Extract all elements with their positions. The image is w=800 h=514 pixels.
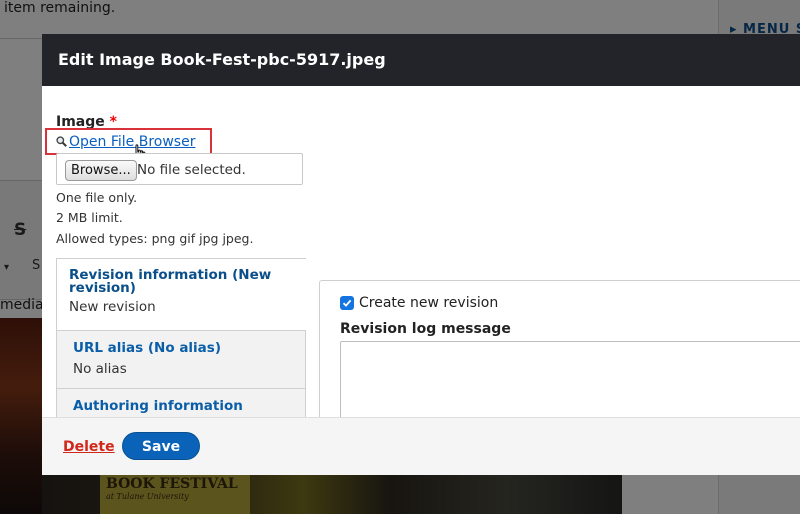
vtab-url-alias[interactable]: URL alias (No alias) No alias bbox=[57, 332, 305, 389]
file-upload-widget: Browse... No file selected. bbox=[56, 153, 303, 185]
revision-log-textarea[interactable] bbox=[340, 341, 800, 417]
vertical-tabs: Revision information (New revision) New … bbox=[56, 258, 306, 417]
edit-image-dialog: Edit Image Book-Fest-pbc-5917.jpeg Image… bbox=[42, 34, 800, 475]
no-file-selected-text: No file selected. bbox=[137, 162, 246, 178]
dialog-body: Image * Open File Browser Browse... No f… bbox=[42, 86, 800, 417]
revision-log-label: Revision log message bbox=[340, 321, 511, 337]
create-new-revision-checkbox[interactable] bbox=[340, 296, 354, 310]
browse-button[interactable]: Browse... bbox=[65, 160, 137, 181]
open-file-browser-link[interactable]: Open File Browser bbox=[56, 134, 195, 151]
vtab-url-alias-summary: No alias bbox=[73, 361, 127, 377]
create-new-revision-label: Create new revision bbox=[359, 295, 499, 311]
help-size-limit: 2 MB limit. bbox=[56, 210, 123, 225]
vtab-authoring-title: Authoring information bbox=[73, 398, 243, 414]
dialog-header: Edit Image Book-Fest-pbc-5917.jpeg bbox=[42, 34, 800, 86]
checkmark-icon bbox=[342, 299, 352, 307]
help-file-count: One file only. bbox=[56, 190, 138, 205]
vtab-revision-summary: New revision bbox=[69, 299, 156, 315]
vtab-authoring-information[interactable]: Authoring information bbox=[57, 390, 305, 417]
help-allowed-types: Allowed types: png gif jpg jpeg. bbox=[56, 231, 254, 246]
dialog-title: Edit Image Book-Fest-pbc-5917.jpeg bbox=[58, 50, 386, 69]
vtab-revision-information[interactable]: Revision information (New revision) New … bbox=[57, 259, 306, 331]
delete-link[interactable]: Delete bbox=[63, 439, 115, 455]
vtab-revision-title: Revision information (New revision) bbox=[69, 267, 272, 296]
dialog-footer: Delete Save bbox=[42, 417, 800, 475]
revision-information-pane: Create new revision Revision log message bbox=[319, 280, 800, 417]
create-new-revision-checkbox-row[interactable]: Create new revision bbox=[340, 295, 498, 311]
save-button[interactable]: Save bbox=[122, 432, 200, 460]
magnifier-icon bbox=[56, 135, 69, 151]
vtab-url-alias-title: URL alias (No alias) bbox=[73, 340, 221, 356]
